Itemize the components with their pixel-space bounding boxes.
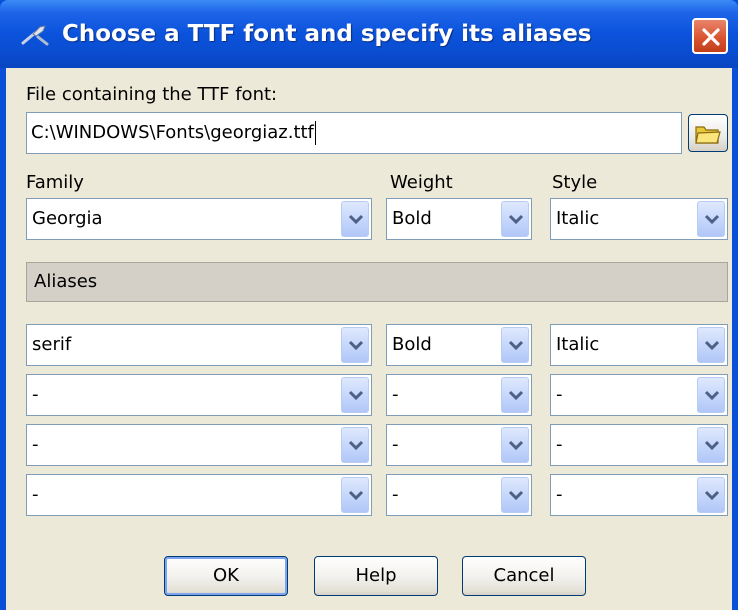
alias-family-value: serif xyxy=(32,334,72,355)
alias-family-dropdown-button[interactable] xyxy=(341,377,369,413)
weight-dropdown[interactable]: Bold xyxy=(386,198,532,240)
chevron-down-icon xyxy=(704,390,720,401)
alias-weight-dropdown-button[interactable] xyxy=(501,327,529,363)
alias-style-value: - xyxy=(556,384,563,405)
alias-family-value: - xyxy=(32,434,39,455)
alias-weight-dropdown-button[interactable] xyxy=(501,377,529,413)
alias-family-dropdown-button[interactable] xyxy=(341,477,369,513)
alias-style-dropdown[interactable]: Italic xyxy=(550,324,728,366)
aliases-header: Aliases xyxy=(26,262,728,302)
aliases-label: Aliases xyxy=(34,271,98,292)
alias-weight-dropdown[interactable]: Bold xyxy=(386,324,532,366)
alias-style-dropdown[interactable]: - xyxy=(550,474,728,516)
alias-family-dropdown[interactable]: - xyxy=(26,374,372,416)
window-title: Choose a TTF font and specify its aliase… xyxy=(62,21,592,47)
style-column-label: Style xyxy=(552,172,598,193)
dialog-body: File containing the TTF font: C:\WINDOWS… xyxy=(6,68,732,610)
chevron-down-icon xyxy=(348,490,364,501)
alias-style-dropdown-button[interactable] xyxy=(697,377,725,413)
weight-column-label: Weight xyxy=(390,172,453,193)
family-dropdown-button[interactable] xyxy=(341,201,369,237)
alias-style-dropdown-button[interactable] xyxy=(697,477,725,513)
ok-button[interactable]: OK xyxy=(164,556,288,596)
alias-family-dropdown-button[interactable] xyxy=(341,427,369,463)
alias-family-dropdown[interactable]: - xyxy=(26,474,372,516)
alias-weight-dropdown[interactable]: - xyxy=(386,474,532,516)
chevron-down-icon xyxy=(348,214,364,225)
chevron-down-icon xyxy=(704,490,720,501)
folder-icon xyxy=(695,126,721,144)
chevron-down-icon xyxy=(704,214,720,225)
weight-dropdown-button[interactable] xyxy=(501,201,529,237)
file-label: File containing the TTF font: xyxy=(26,84,278,105)
cancel-button[interactable]: Cancel xyxy=(462,556,586,596)
alias-weight-value: - xyxy=(392,484,399,505)
alias-family-dropdown[interactable]: - xyxy=(26,424,372,466)
alias-family-value: - xyxy=(32,384,39,405)
family-column-label: Family xyxy=(26,172,84,193)
alias-family-value: - xyxy=(32,484,39,505)
close-icon xyxy=(702,28,720,46)
chevron-down-icon xyxy=(508,340,524,351)
alias-style-dropdown[interactable]: - xyxy=(550,374,728,416)
family-dropdown[interactable]: Georgia xyxy=(26,198,372,240)
alias-weight-value: - xyxy=(392,384,399,405)
chevron-down-icon xyxy=(508,490,524,501)
chevron-down-icon xyxy=(704,440,720,451)
help-button[interactable]: Help xyxy=(314,556,438,596)
text-caret xyxy=(314,121,316,145)
alias-style-value: - xyxy=(556,434,563,455)
alias-weight-dropdown[interactable]: - xyxy=(386,424,532,466)
chevron-down-icon xyxy=(508,214,524,225)
chevron-down-icon xyxy=(508,440,524,451)
alias-style-dropdown-button[interactable] xyxy=(697,427,725,463)
style-value: Italic xyxy=(556,208,600,229)
alias-weight-value: - xyxy=(392,434,399,455)
file-path-value: C:\WINDOWS\Fonts\georgiaz.ttf xyxy=(31,122,314,143)
chevron-down-icon xyxy=(348,340,364,351)
dialog-window: Choose a TTF font and specify its aliase… xyxy=(0,0,738,610)
file-path-input[interactable]: C:\WINDOWS\Fonts\georgiaz.ttf xyxy=(26,112,682,154)
alias-weight-dropdown-button[interactable] xyxy=(501,477,529,513)
chevron-down-icon xyxy=(348,440,364,451)
alias-style-dropdown-button[interactable] xyxy=(697,327,725,363)
alias-weight-value: Bold xyxy=(392,334,432,355)
family-value: Georgia xyxy=(32,208,103,229)
weight-value: Bold xyxy=(392,208,432,229)
alias-family-dropdown[interactable]: serif xyxy=(26,324,372,366)
alias-style-dropdown[interactable]: - xyxy=(550,424,728,466)
style-dropdown-button[interactable] xyxy=(697,201,725,237)
alias-family-dropdown-button[interactable] xyxy=(341,327,369,363)
close-button[interactable] xyxy=(692,18,728,54)
alias-weight-dropdown-button[interactable] xyxy=(501,427,529,463)
title-bar[interactable]: Choose a TTF font and specify its aliase… xyxy=(0,0,738,68)
alias-style-value: - xyxy=(556,484,563,505)
chevron-down-icon xyxy=(348,390,364,401)
chevron-down-icon xyxy=(508,390,524,401)
alias-weight-dropdown[interactable]: - xyxy=(386,374,532,416)
alias-style-value: Italic xyxy=(556,334,600,355)
tools-icon xyxy=(20,22,50,46)
browse-button[interactable] xyxy=(688,114,728,152)
style-dropdown[interactable]: Italic xyxy=(550,198,728,240)
chevron-down-icon xyxy=(704,340,720,351)
